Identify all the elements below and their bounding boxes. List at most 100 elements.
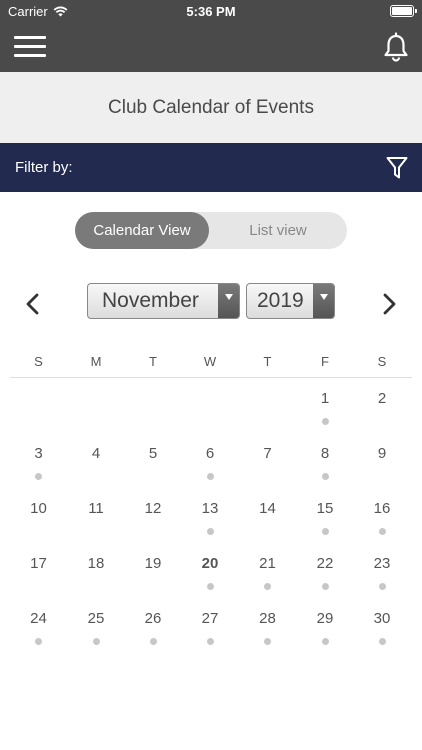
list-view-option[interactable]: List view	[209, 212, 347, 249]
day-number: 11	[88, 500, 104, 517]
page-title: Club Calendar of Events	[108, 96, 314, 118]
event-dot-icon	[321, 473, 329, 480]
calendar-day[interactable]: 20	[185, 555, 235, 599]
event-dot-icon	[378, 638, 386, 645]
calendar-day[interactable]: 25	[71, 610, 121, 654]
event-dot-icon	[321, 528, 329, 535]
status-bar: Carrier 5:36 PM	[0, 0, 422, 22]
calendar-day[interactable]: 26	[128, 610, 178, 654]
event-dot-icon	[264, 583, 271, 590]
title-bar: Club Calendar of Events	[0, 72, 422, 143]
calendar-day[interactable]: 18	[71, 555, 121, 599]
filter-bar[interactable]: Filter by:	[0, 143, 422, 192]
day-number: 14	[259, 500, 276, 517]
weekday-label: M	[90, 354, 102, 369]
view-toggle: Calendar View List view	[75, 212, 347, 249]
calendar-day[interactable]: 19	[128, 555, 178, 599]
day-number: 9	[377, 445, 387, 462]
day-number: 12	[144, 500, 162, 517]
event-dot-icon	[321, 583, 329, 590]
weekday-label: T	[149, 354, 157, 369]
weekday-label: W	[203, 354, 217, 369]
calendar-day[interactable]: 21	[243, 555, 293, 599]
previous-month-icon[interactable]	[22, 292, 44, 316]
event-dot-icon	[206, 583, 214, 590]
day-number: 18	[87, 555, 105, 572]
weekday-label: T	[263, 354, 272, 369]
calendar-day[interactable]: 6	[185, 445, 235, 489]
event-dot-icon	[378, 528, 386, 535]
calendar-day[interactable]: 9	[357, 445, 407, 489]
event-dot-icon	[149, 638, 157, 645]
calendar-view-option[interactable]: Calendar View	[75, 212, 209, 249]
event-dot-icon	[92, 638, 100, 645]
calendar-day[interactable]: 1	[300, 390, 350, 434]
calendar-day[interactable]: 22	[300, 555, 350, 599]
calendar-day[interactable]: 10	[14, 500, 64, 544]
month-select[interactable]: November	[87, 283, 240, 319]
day-number: 29	[316, 610, 334, 627]
calendar-day[interactable]: 5	[128, 445, 178, 489]
day-number: 1	[320, 390, 330, 407]
funnel-filter-icon[interactable]	[386, 156, 408, 180]
event-dot-icon	[206, 528, 214, 535]
calendar-day[interactable]: 16	[357, 500, 407, 544]
calendar-day[interactable]: 11	[71, 500, 121, 544]
calendar-day[interactable]: 24	[14, 610, 64, 654]
calendar-day[interactable]: 27	[185, 610, 235, 654]
day-number: 23	[373, 555, 391, 572]
day-number: 7	[263, 445, 272, 462]
event-dot-icon	[35, 638, 42, 645]
day-number: 22	[316, 555, 334, 572]
day-number: 17	[30, 555, 47, 572]
chevron-down-icon	[218, 284, 239, 318]
weekday-header: S M T W T F S	[10, 350, 412, 378]
event-dot-icon	[321, 418, 329, 425]
calendar-day[interactable]: 23	[357, 555, 407, 599]
day-number: 5	[148, 445, 158, 462]
day-number: 27	[201, 610, 219, 627]
calendar-day[interactable]: 28	[243, 610, 293, 654]
calendar-day[interactable]: 15	[300, 500, 350, 544]
day-number: 20	[201, 555, 219, 572]
calendar-day[interactable]: 29	[300, 610, 350, 654]
calendar-day[interactable]: 13	[185, 500, 235, 544]
next-month-icon[interactable]	[378, 292, 400, 316]
day-number: 8	[320, 445, 330, 462]
day-number: 3	[34, 445, 43, 462]
event-dot-icon	[206, 638, 214, 645]
event-dot-icon	[321, 638, 329, 645]
day-number: 4	[91, 445, 101, 462]
hamburger-menu-icon[interactable]	[14, 34, 46, 58]
calendar-day[interactable]: 12	[128, 500, 178, 544]
nav-bar	[0, 22, 422, 72]
event-dot-icon	[206, 473, 214, 480]
weekday-label: F	[321, 354, 329, 369]
calendar-day[interactable]: 8	[300, 445, 350, 489]
event-dot-icon	[264, 638, 271, 645]
calendar-day[interactable]: 14	[243, 500, 293, 544]
calendar-day[interactable]: 7	[243, 445, 293, 489]
event-dot-icon	[35, 473, 42, 480]
day-number: 21	[259, 555, 276, 572]
day-number: 16	[373, 500, 391, 517]
calendar-day[interactable]: 17	[14, 555, 64, 599]
day-number: 6	[205, 445, 215, 462]
filter-label: Filter by:	[15, 159, 73, 176]
day-number: 10	[30, 500, 47, 517]
weekday-label: S	[34, 354, 43, 369]
year-select[interactable]: 2019	[246, 283, 335, 319]
month-value: November	[102, 289, 199, 312]
weekday-label: S	[377, 354, 387, 369]
calendar-day[interactable]: 4	[71, 445, 121, 489]
calendar-day[interactable]: 3	[14, 445, 64, 489]
calendar-day[interactable]: 30	[357, 610, 407, 654]
calendar-day[interactable]: 2	[357, 390, 407, 434]
day-number: 30	[373, 610, 391, 627]
bell-icon[interactable]	[382, 32, 410, 62]
day-number: 24	[30, 610, 47, 627]
day-number: 26	[144, 610, 162, 627]
day-number: 28	[259, 610, 276, 627]
chevron-down-icon	[313, 284, 334, 318]
day-number: 19	[144, 555, 162, 572]
